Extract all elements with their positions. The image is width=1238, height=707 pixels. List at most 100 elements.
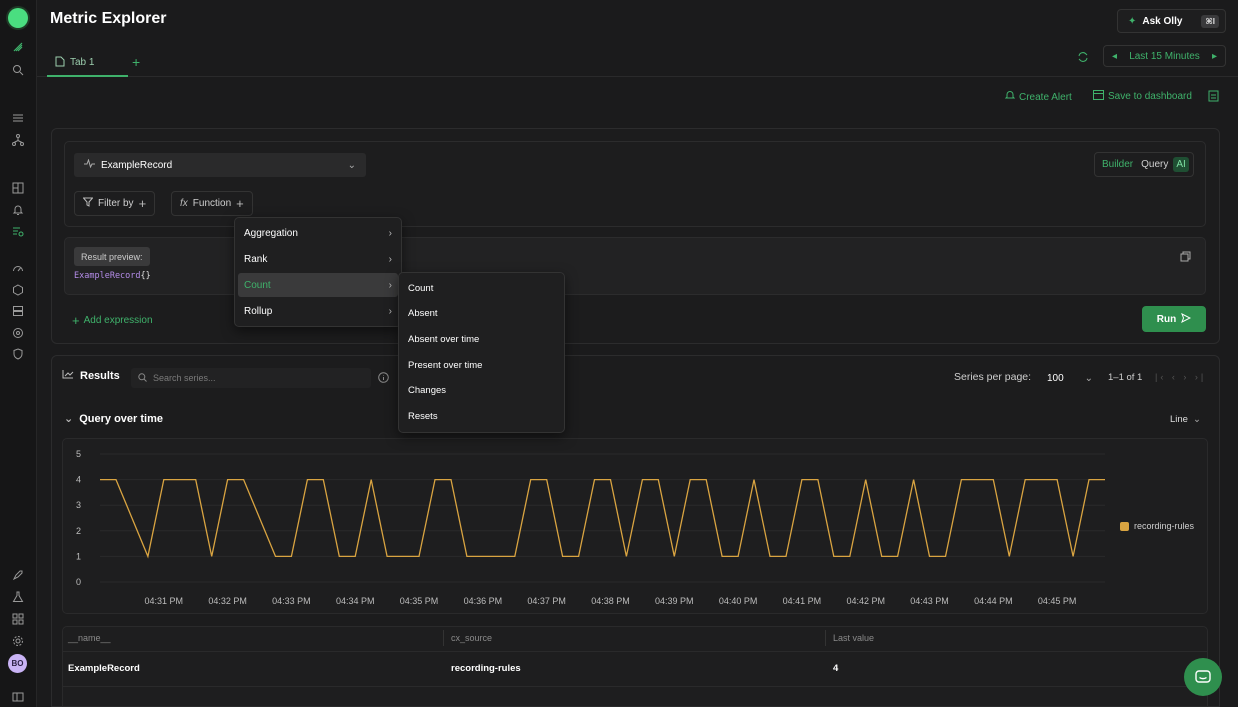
explore-icon[interactable] — [11, 40, 25, 54]
chart-type-select[interactable]: Line ⌄ — [1170, 414, 1201, 425]
menu-item-rank[interactable]: Rank › — [238, 247, 398, 271]
menu-item-label: Rollup — [244, 305, 273, 317]
integrations-icon[interactable] — [11, 326, 25, 340]
x-tick-label: 04:35 PM — [400, 596, 439, 606]
gauge-icon[interactable] — [11, 261, 25, 275]
info-icon[interactable] — [378, 372, 389, 386]
rocket-icon[interactable] — [11, 568, 25, 582]
submenu-item-present-over-time[interactable]: Present over time — [408, 360, 482, 371]
plus-icon: + — [138, 196, 147, 211]
document-icon — [55, 56, 65, 70]
query-over-time-header[interactable]: ⌄ Query over time — [64, 412, 163, 426]
x-tick-label: 04:34 PM — [336, 596, 375, 606]
submenu-item-changes[interactable]: Changes — [408, 385, 446, 396]
legend-label: recording-rules — [1134, 521, 1195, 531]
preview-metric: ExampleRecord — [74, 271, 141, 281]
series-per-page-value: 100 — [1047, 372, 1064, 384]
alerts-bell-icon[interactable] — [11, 203, 25, 217]
submenu-item-count[interactable]: Count — [408, 283, 433, 294]
create-alert-button[interactable]: Create Alert — [1004, 90, 1072, 104]
filter-by-button[interactable]: Filter by + — [74, 191, 156, 216]
save-to-dashboard-button[interactable]: Save to dashboard — [1093, 90, 1192, 103]
chart-legend[interactable]: recording-rules — [1120, 521, 1194, 531]
series-per-page-label: Series per page: — [954, 371, 1032, 383]
function-fx-icon: fx — [180, 198, 188, 209]
prev-range-icon[interactable]: ◂ — [1112, 51, 1117, 62]
table-cell-source[interactable]: recording-rules — [451, 663, 521, 674]
copy-icon[interactable] — [1180, 251, 1191, 265]
pagination-controls[interactable]: |‹ ‹ › ›| — [1155, 372, 1206, 382]
menu-item-aggregation[interactable]: Aggregation › — [238, 221, 398, 245]
tab-1[interactable]: Tab 1 — [47, 50, 128, 77]
column-divider[interactable] — [825, 630, 826, 646]
user-avatar[interactable]: BO — [8, 654, 27, 673]
chevron-down-icon: ⌄ — [64, 413, 74, 425]
mode-query[interactable]: Query — [1138, 157, 1171, 172]
run-label: Run — [1156, 313, 1177, 325]
metrics-icon[interactable] — [11, 225, 25, 239]
filter-icon — [82, 197, 94, 210]
y-tick-label: 1 — [76, 551, 81, 561]
traces-icon[interactable] — [11, 133, 25, 147]
column-divider[interactable] — [443, 630, 444, 646]
add-expression-button[interactable]: + Add expression — [72, 313, 153, 328]
logs-icon[interactable] — [11, 111, 25, 125]
chevron-right-icon: › — [388, 305, 392, 317]
results-header: Results — [62, 369, 120, 382]
menu-item-rollup[interactable]: Rollup › — [238, 299, 398, 323]
refresh-icon[interactable] — [1077, 51, 1089, 66]
database-icon[interactable] — [11, 304, 25, 318]
hexagon-icon[interactable] — [11, 283, 25, 297]
submenu-item-absent-over-time[interactable]: Absent over time — [408, 334, 479, 345]
settings-gear-icon[interactable] — [11, 634, 25, 648]
series-search-field[interactable]: Search series... — [131, 368, 371, 388]
y-tick-label: 3 — [76, 500, 81, 510]
collapse-sidebar-icon[interactable] — [11, 690, 25, 704]
security-shield-icon[interactable] — [11, 347, 25, 361]
series-line-recording-rules[interactable] — [100, 478, 1105, 559]
function-button[interactable]: fx Function + — [171, 191, 253, 216]
run-button[interactable]: Run — [1142, 306, 1206, 332]
add-tab-icon[interactable]: + — [132, 54, 140, 70]
x-tick-label: 04:38 PM — [591, 596, 630, 606]
x-tick-label: 04:33 PM — [272, 596, 311, 606]
mode-ai[interactable]: AI — [1173, 157, 1189, 172]
column-header-name[interactable]: __name__ — [68, 633, 111, 643]
submenu-item-absent[interactable]: Absent — [408, 308, 438, 319]
apps-grid-icon[interactable] — [11, 612, 25, 626]
ask-olly-button[interactable]: ✦ Ask Olly ⌘I — [1117, 9, 1226, 33]
pulse-icon — [84, 158, 95, 171]
pagination-range: 1–1 of 1 — [1108, 372, 1143, 383]
column-header-last-value[interactable]: Last value — [833, 633, 874, 643]
chevron-right-icon: › — [388, 253, 392, 265]
time-range-picker[interactable]: ◂ Last 15 Minutes ▸ — [1103, 45, 1226, 67]
menu-item-label: Count — [244, 279, 271, 291]
plus-icon: + — [236, 196, 244, 211]
page-title: Metric Explorer — [50, 10, 167, 27]
column-header-source[interactable]: cx_source — [451, 633, 492, 643]
mode-builder[interactable]: Builder — [1099, 157, 1136, 172]
export-icon[interactable] — [1208, 90, 1219, 102]
metric-select[interactable]: ExampleRecord ⌄ — [74, 153, 366, 177]
chevron-down-icon: ⌄ — [1192, 414, 1201, 425]
chat-support-button[interactable] — [1184, 658, 1222, 696]
plus-icon: + — [72, 313, 80, 328]
query-mode-toggle: Builder Query AI — [1094, 152, 1194, 177]
filter-by-label: Filter by — [98, 198, 134, 209]
x-tick-label: 04:31 PM — [145, 596, 184, 606]
submenu-item-resets[interactable]: Resets — [408, 411, 438, 422]
next-range-icon[interactable]: ▸ — [1212, 51, 1217, 62]
table-cell-name[interactable]: ExampleRecord — [68, 663, 140, 674]
menu-item-count[interactable]: Count › — [238, 273, 398, 297]
table-cell-last-value[interactable]: 4 — [833, 663, 838, 674]
save-dashboard-label: Save to dashboard — [1108, 91, 1192, 102]
app-logo[interactable] — [8, 8, 28, 28]
ask-olly-label: Ask Olly — [1142, 15, 1183, 27]
add-expression-label: Add expression — [83, 315, 153, 326]
series-per-page-select[interactable]: 100 ⌄ — [1041, 368, 1099, 388]
x-tick-label: 04:43 PM — [910, 596, 949, 606]
dashboards-icon[interactable] — [11, 181, 25, 195]
search-icon[interactable] — [11, 63, 25, 77]
result-preview-code: ExampleRecord{} — [74, 271, 151, 281]
flask-icon[interactable] — [11, 590, 25, 604]
